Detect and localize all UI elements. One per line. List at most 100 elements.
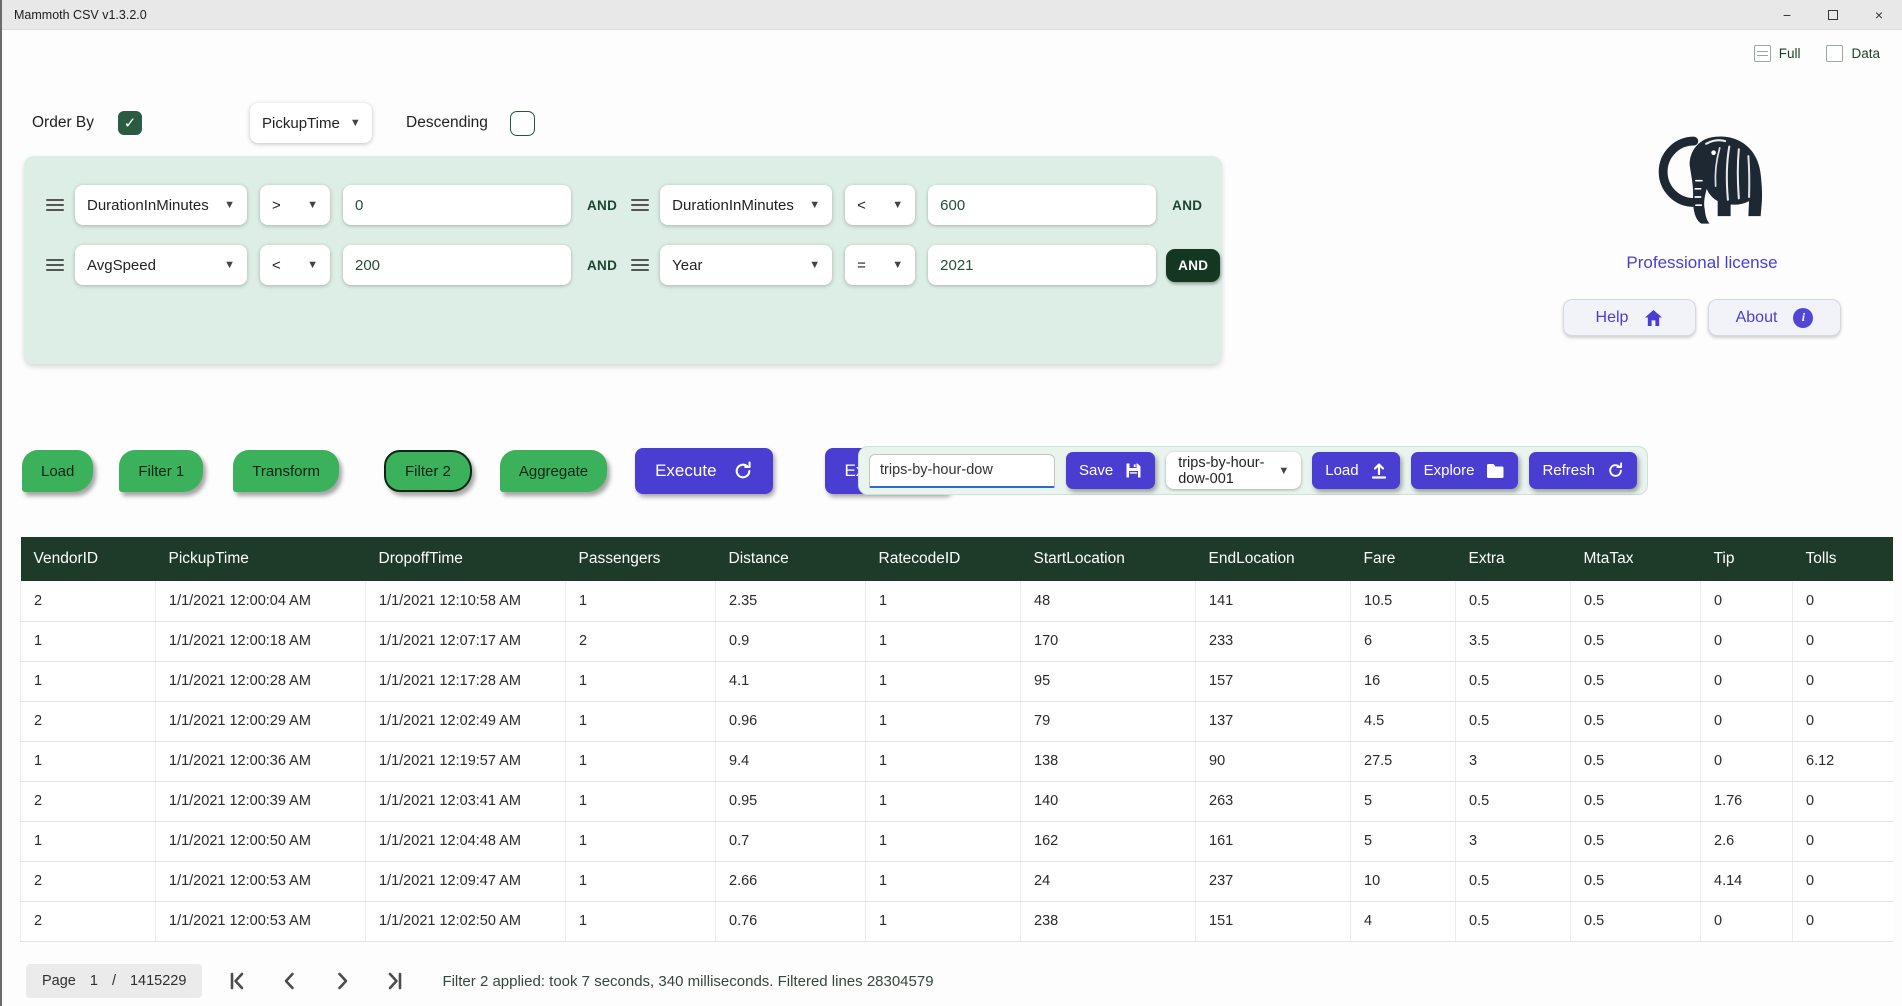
save-config-button[interactable]: Save bbox=[1066, 452, 1155, 489]
next-page-button[interactable] bbox=[328, 967, 356, 995]
column-header[interactable]: PickupTime bbox=[156, 537, 366, 581]
table-cell: 27.5 bbox=[1351, 741, 1456, 781]
table-row[interactable]: 21/1/2021 12:00:39 AM1/1/2021 12:03:41 A… bbox=[21, 781, 1893, 821]
first-page-button[interactable] bbox=[224, 967, 252, 995]
order-by-checkbox[interactable]: ✓ bbox=[118, 111, 142, 135]
filter-field-dropdown[interactable]: DurationInMinutes▼ bbox=[75, 185, 247, 225]
table-cell: 1 bbox=[866, 781, 1021, 821]
filter-field-dropdown[interactable]: AvgSpeed▼ bbox=[75, 245, 247, 285]
add-and-condition-button[interactable]: AND bbox=[1166, 249, 1220, 282]
help-button[interactable]: Help bbox=[1563, 299, 1696, 336]
table-cell: 0 bbox=[1701, 661, 1793, 701]
table-row[interactable]: 11/1/2021 12:00:18 AM1/1/2021 12:07:17 A… bbox=[21, 621, 1893, 661]
full-checkbox-icon[interactable] bbox=[1754, 45, 1771, 62]
filter-value-input[interactable] bbox=[928, 245, 1156, 285]
chevron-down-icon: ▼ bbox=[892, 259, 903, 271]
refresh-icon bbox=[1607, 462, 1624, 479]
column-header[interactable]: VendorID bbox=[21, 537, 156, 581]
column-header[interactable]: Distance bbox=[716, 537, 866, 581]
filter-condition: AvgSpeed▼ <▼ AND bbox=[46, 245, 631, 285]
data-checkbox-icon[interactable] bbox=[1826, 45, 1843, 62]
table-row[interactable]: 21/1/2021 12:00:04 AM1/1/2021 12:10:58 A… bbox=[21, 581, 1893, 621]
filter-operator-dropdown[interactable]: >▼ bbox=[260, 185, 330, 225]
about-button[interactable]: About i bbox=[1708, 299, 1841, 336]
maximize-icon bbox=[1828, 10, 1838, 20]
filter-value-input[interactable] bbox=[928, 185, 1156, 225]
column-header[interactable]: EndLocation bbox=[1196, 537, 1351, 581]
table-cell: 0.5 bbox=[1456, 661, 1571, 701]
drag-handle-icon[interactable] bbox=[631, 259, 649, 271]
table-cell: 1/1/2021 12:00:39 AM bbox=[156, 781, 366, 821]
column-header[interactable]: StartLocation bbox=[1021, 537, 1196, 581]
last-page-button[interactable] bbox=[380, 967, 408, 995]
save-button-label: Save bbox=[1079, 462, 1113, 479]
table-cell: 3 bbox=[1456, 741, 1571, 781]
order-by-field-dropdown[interactable]: PickupTime ▼ bbox=[250, 103, 372, 143]
column-header[interactable]: RatecodeID bbox=[866, 537, 1021, 581]
column-header[interactable]: DropoffTime bbox=[366, 537, 566, 581]
table-cell: 1/1/2021 12:02:50 AM bbox=[366, 901, 566, 941]
filter-field-dropdown[interactable]: DurationInMinutes▼ bbox=[660, 185, 832, 225]
table-cell: 0 bbox=[1793, 861, 1893, 901]
table-cell: 0.5 bbox=[1456, 901, 1571, 941]
data-toggle-label: Data bbox=[1851, 46, 1880, 61]
maximize-button[interactable] bbox=[1810, 0, 1856, 29]
table-cell: 1 bbox=[21, 621, 156, 661]
minimize-button[interactable]: − bbox=[1764, 0, 1810, 29]
prev-page-button[interactable] bbox=[276, 967, 304, 995]
saved-config-dropdown[interactable]: trips-by-hour-dow-001 ▼ bbox=[1166, 452, 1301, 489]
table-cell: 4.14 bbox=[1701, 861, 1793, 901]
table-cell: 1/1/2021 12:00:29 AM bbox=[156, 701, 366, 741]
table-cell: 6.12 bbox=[1793, 741, 1893, 781]
column-header[interactable]: Tolls bbox=[1793, 537, 1893, 581]
table-row[interactable]: 21/1/2021 12:00:53 AM1/1/2021 12:09:47 A… bbox=[21, 861, 1893, 901]
table-row[interactable]: 11/1/2021 12:00:50 AM1/1/2021 12:04:48 A… bbox=[21, 821, 1893, 861]
table-cell: 4.5 bbox=[1351, 701, 1456, 741]
table-cell: 0.5 bbox=[1571, 581, 1701, 621]
filter-value-input[interactable] bbox=[343, 185, 571, 225]
filter-operator-dropdown[interactable]: <▼ bbox=[845, 185, 915, 225]
drag-handle-icon[interactable] bbox=[46, 259, 64, 271]
table-row[interactable]: 21/1/2021 12:00:53 AM1/1/2021 12:02:50 A… bbox=[21, 901, 1893, 941]
config-name-input[interactable] bbox=[869, 454, 1055, 488]
table-cell: 1/1/2021 12:04:48 AM bbox=[366, 821, 566, 861]
table-cell: 95 bbox=[1021, 661, 1196, 701]
column-header[interactable]: Extra bbox=[1456, 537, 1571, 581]
filter-operator-dropdown[interactable]: <▼ bbox=[260, 245, 330, 285]
data-toggle[interactable]: Data bbox=[1826, 45, 1880, 62]
full-toggle[interactable]: Full bbox=[1754, 45, 1801, 62]
filter-value-input[interactable] bbox=[343, 245, 571, 285]
column-header[interactable]: Tip bbox=[1701, 537, 1793, 581]
table-row[interactable]: 21/1/2021 12:00:29 AM1/1/2021 12:02:49 A… bbox=[21, 701, 1893, 741]
transform-step-button[interactable]: Transform bbox=[233, 450, 339, 492]
chevron-down-icon: ▼ bbox=[307, 199, 318, 211]
close-button[interactable]: × bbox=[1856, 0, 1902, 29]
column-header[interactable]: MtaTax bbox=[1571, 537, 1701, 581]
drag-handle-icon[interactable] bbox=[631, 199, 649, 211]
filter2-step-button[interactable]: Filter 2 bbox=[384, 450, 472, 492]
load-step-button[interactable]: Load bbox=[22, 450, 93, 492]
table-cell: 0.5 bbox=[1456, 701, 1571, 741]
table-row[interactable]: 11/1/2021 12:00:36 AM1/1/2021 12:19:57 A… bbox=[21, 741, 1893, 781]
table-cell: 237 bbox=[1196, 861, 1351, 901]
table-row[interactable]: 11/1/2021 12:00:28 AM1/1/2021 12:17:28 A… bbox=[21, 661, 1893, 701]
load-config-button[interactable]: Load bbox=[1312, 452, 1399, 489]
execute-button[interactable]: Execute bbox=[635, 448, 772, 494]
filter-field-dropdown[interactable]: Year▼ bbox=[660, 245, 832, 285]
column-header[interactable]: Fare bbox=[1351, 537, 1456, 581]
filter-operator-dropdown[interactable]: =▼ bbox=[845, 245, 915, 285]
chevron-left-icon bbox=[278, 969, 302, 993]
drag-handle-icon[interactable] bbox=[46, 199, 64, 211]
descending-checkbox[interactable] bbox=[510, 111, 535, 136]
table-cell: 1/1/2021 12:10:58 AM bbox=[366, 581, 566, 621]
explore-configs-button[interactable]: Explore bbox=[1411, 452, 1519, 489]
page-current[interactable]: 1 bbox=[90, 973, 98, 989]
table-cell: 0.5 bbox=[1571, 741, 1701, 781]
filter1-step-button[interactable]: Filter 1 bbox=[119, 450, 203, 492]
table-cell: 0.5 bbox=[1456, 581, 1571, 621]
aggregate-step-button[interactable]: Aggregate bbox=[500, 450, 607, 492]
window-title: Mammoth CSV v1.3.2.0 bbox=[2, 8, 147, 22]
column-header[interactable]: Passengers bbox=[566, 537, 716, 581]
refresh-configs-button[interactable]: Refresh bbox=[1529, 452, 1637, 489]
order-by-label: Order By bbox=[32, 114, 94, 132]
